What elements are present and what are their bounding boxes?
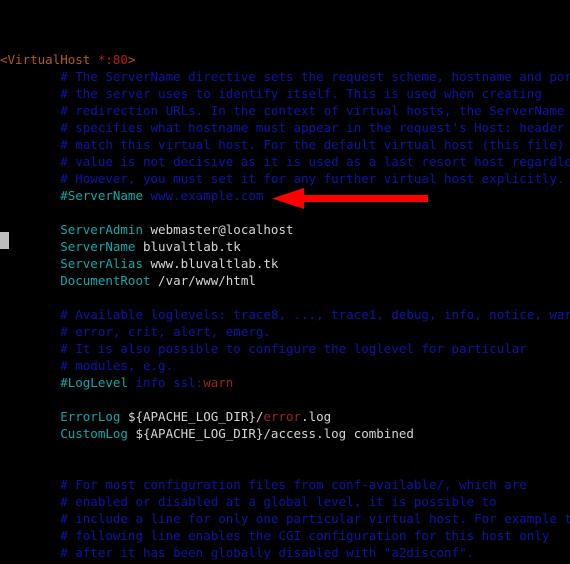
code-token-comment: # modules, e.g.: [0, 358, 174, 373]
code-line[interactable]: # match this virtual host. For the defau…: [0, 136, 570, 153]
code-token-directive: ServerAlias: [0, 256, 143, 271]
code-lines[interactable]: <VirtualHost *:80> # The ServerName dire…: [0, 51, 570, 564]
code-token-directive: CustomLog: [0, 426, 128, 441]
code-token-tag: >: [127, 52, 136, 67]
code-token-comment: # match this virtual host. For the defau…: [0, 137, 570, 152]
code-line[interactable]: # redirection URLs. In the context of vi…: [0, 102, 570, 119]
code-line[interactable]: # the server uses to identify itself. Th…: [0, 85, 570, 102]
code-line[interactable]: # error, crit, alert, emerg.: [0, 323, 570, 340]
code-token-directive: #LogLevel: [0, 375, 128, 390]
code-line[interactable]: # after it has been globally disabled wi…: [0, 544, 570, 561]
code-token-comment: # following line enables the CGI configu…: [0, 528, 550, 543]
code-line[interactable]: # following line enables the CGI configu…: [0, 527, 570, 544]
code-line[interactable]: DocumentRoot /var/www/html: [0, 272, 570, 289]
code-token-value: bluvaltlab.tk: [135, 239, 241, 254]
text-editor-buffer[interactable]: <VirtualHost *:80> # The ServerName dire…: [0, 0, 570, 564]
code-line[interactable]: # It is also possible to configure the l…: [0, 340, 570, 357]
code-line[interactable]: [0, 442, 570, 459]
code-line[interactable]: # modules, e.g.: [0, 357, 570, 374]
code-token-tagval: *:80: [97, 52, 128, 67]
code-line[interactable]: ServerAlias www.bluvaltlab.tk: [0, 255, 570, 272]
code-token-comment: www.example.com: [143, 188, 264, 203]
code-token-comment: # value is not decisive as it is used as…: [0, 154, 570, 169]
code-token-directive: DocumentRoot: [0, 273, 151, 288]
code-token-comment: # The ServerName directive sets the requ…: [0, 69, 570, 84]
code-line[interactable]: # specifies what hostname must appear in…: [0, 119, 570, 136]
code-token-tag: <VirtualHost: [0, 52, 98, 67]
code-token-value: www.bluvaltlab.tk: [143, 256, 279, 271]
code-line[interactable]: # The ServerName directive sets the requ…: [0, 68, 570, 85]
code-line[interactable]: ServerAdmin webmaster@localhost: [0, 221, 570, 238]
code-line[interactable]: CustomLog ${APACHE_LOG_DIR}/access.log c…: [0, 425, 570, 442]
code-line[interactable]: ServerName bluvaltlab.tk: [0, 238, 570, 255]
code-token-warn: warn: [203, 375, 234, 390]
code-line[interactable]: # However, you must set it for any furth…: [0, 170, 570, 187]
code-token-comment: # after it has been globally disabled wi…: [0, 545, 475, 560]
code-line[interactable]: # include a line for only one particular…: [0, 510, 570, 527]
code-token-comment: info ssl:: [127, 375, 204, 390]
code-token-value: ${APACHE_LOG_DIR}/: [120, 409, 264, 424]
code-token-comment: # However, you must set it for any furth…: [0, 171, 565, 186]
code-token-comment: # For most configuration files from conf…: [0, 477, 527, 492]
code-line[interactable]: ErrorLog ${APACHE_LOG_DIR}/error.log: [0, 408, 570, 425]
code-token-comment: # redirection URLs. In the context of vi…: [0, 103, 565, 118]
code-token-value: ${APACHE_LOG_DIR}/access.log combined: [127, 426, 414, 441]
code-token-directive: ErrorLog: [0, 409, 121, 424]
code-line[interactable]: # enabled or disabled at a global level,…: [0, 493, 570, 510]
code-token-directive: ServerName: [0, 239, 136, 254]
code-line[interactable]: [0, 391, 570, 408]
code-token-comment: # enabled or disabled at a global level,…: [0, 494, 497, 509]
code-token-directive: ServerAdmin: [0, 222, 143, 237]
block-cursor: [0, 232, 9, 249]
code-token-comment: # specifies what hostname must appear in…: [0, 120, 570, 135]
code-line[interactable]: #LogLevel info ssl:warn: [0, 374, 570, 391]
code-line[interactable]: #ServerName www.example.com: [0, 187, 570, 204]
code-token-comment: # Available loglevels: trace8, ..., trac…: [0, 307, 570, 322]
code-line[interactable]: [0, 289, 570, 306]
code-token-value: .log: [301, 409, 332, 424]
code-token-value: /var/www/html: [150, 273, 256, 288]
code-token-comment: # the server uses to identify itself. Th…: [0, 86, 542, 101]
code-token-comment: # It is also possible to configure the l…: [0, 341, 527, 356]
code-line[interactable]: # value is not decisive as it is used as…: [0, 153, 570, 170]
code-line[interactable]: # For most configuration files from conf…: [0, 476, 570, 493]
code-line[interactable]: [0, 204, 570, 221]
code-token-directive: #ServerName: [0, 188, 143, 203]
code-token-comment: # error, crit, alert, emerg.: [0, 324, 271, 339]
code-token-comment: # include a line for only one particular…: [0, 511, 570, 526]
code-line[interactable]: [0, 459, 570, 476]
code-token-err: error: [263, 409, 302, 424]
code-token-value: webmaster@localhost: [143, 222, 294, 237]
code-line[interactable]: <VirtualHost *:80>: [0, 51, 570, 68]
code-line[interactable]: # Available loglevels: trace8, ..., trac…: [0, 306, 570, 323]
